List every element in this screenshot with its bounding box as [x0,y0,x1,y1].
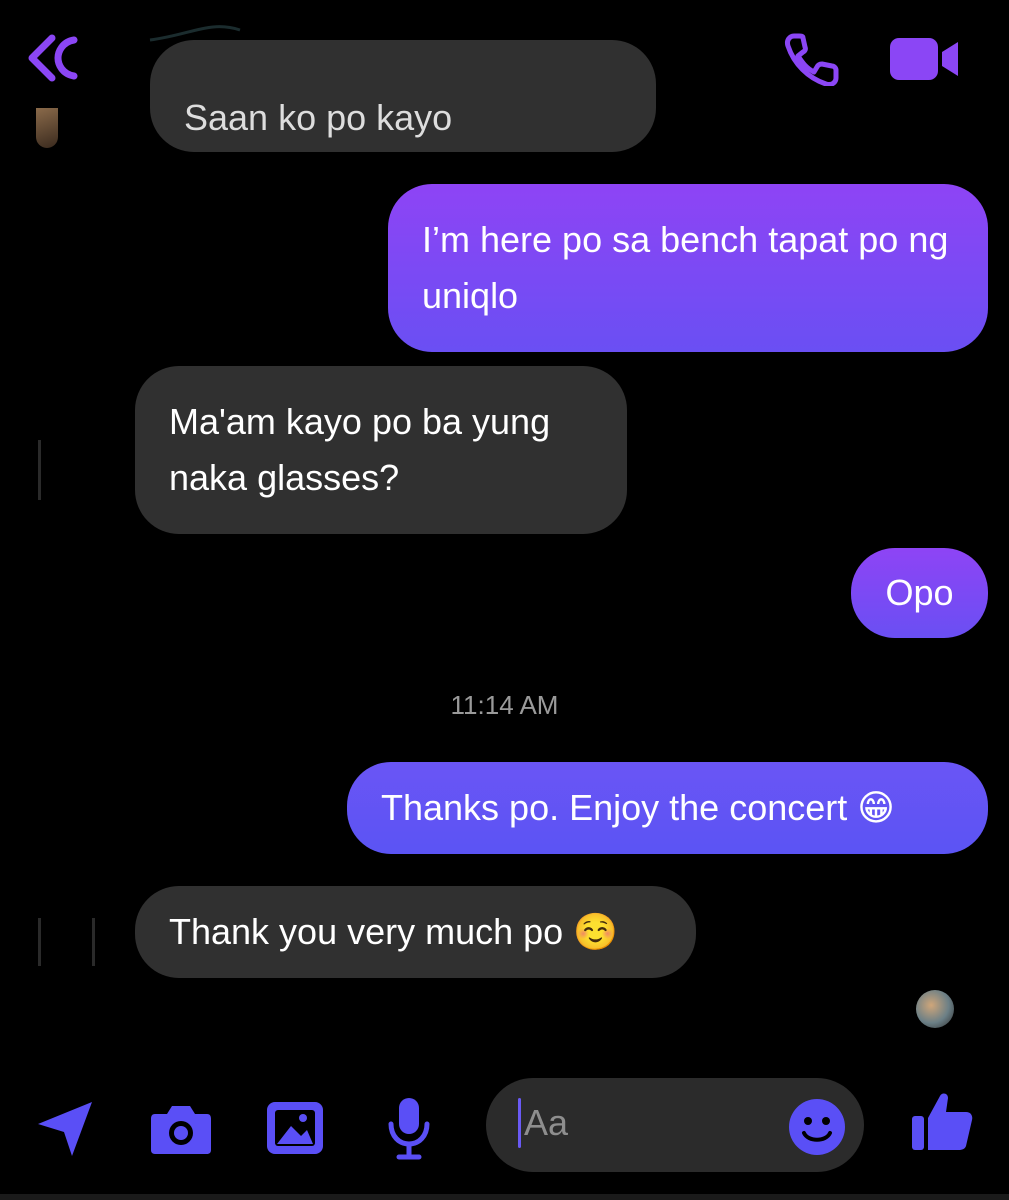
message-incoming[interactable]: Ma'am kayo po ba yung naka glasses? [135,366,627,534]
phone-icon[interactable] [784,30,842,86]
message-input-placeholder: Aa [524,1102,569,1143]
message-outgoing[interactable]: I’m here po sa bench tapat po ng uniqlo [388,184,988,352]
image-icon[interactable] [265,1100,325,1156]
microphone-icon[interactable] [386,1096,432,1160]
message-text: I’m here po sa bench tapat po ng uniqlo [422,219,949,316]
seen-avatar [916,990,954,1028]
avatar-remnant [38,440,41,500]
avatar-remnant [38,918,41,966]
contact-avatar[interactable] [36,108,58,148]
message-incoming[interactable]: Thank you very much po ☺️ [135,886,696,978]
message-outgoing[interactable]: Opo [851,548,988,638]
message-text: Thank you very much po ☺️ [169,911,619,952]
emoji-icon[interactable] [788,1098,846,1156]
home-indicator [0,1194,1009,1200]
thumbs-up-icon[interactable] [910,1090,974,1154]
video-camera-icon[interactable] [888,36,960,82]
avatar-remnant [92,918,95,966]
message-text: Ma'am kayo po ba yung naka glasses? [169,401,551,498]
message-text: Saan ko po kayo hihintayin? [184,97,453,138]
camera-icon[interactable] [149,1102,213,1156]
message-outgoing[interactable]: Thanks po. Enjoy the concert 😁 [347,762,988,854]
navigation-arrow-icon[interactable] [34,1098,96,1160]
message-incoming-partial[interactable]: Saan ko po kayo hihintayin? [150,40,656,152]
text-caret [518,1098,521,1148]
message-text: Opo [885,572,954,613]
timestamp: 11:14 AM [450,690,559,720]
message-text: Thanks po. Enjoy the concert 😁 [381,787,895,828]
chevron-left-icon[interactable] [22,30,78,86]
